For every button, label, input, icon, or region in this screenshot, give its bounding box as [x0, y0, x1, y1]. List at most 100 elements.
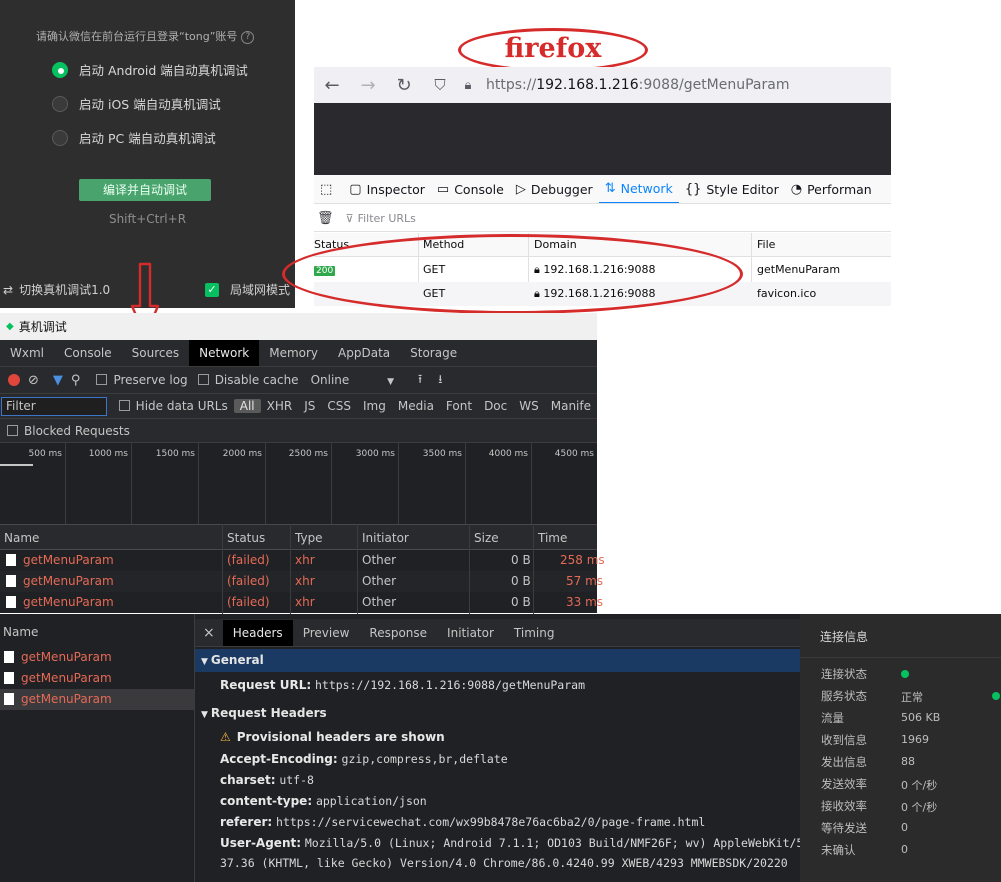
back-icon[interactable]: ← — [322, 75, 342, 96]
inspector-icon: ▢ — [349, 181, 362, 197]
reload-icon[interactable]: ↻ — [394, 75, 414, 96]
radio-icon[interactable] — [52, 95, 68, 112]
hide-data-urls-checkbox[interactable]: Hide data URLs — [118, 399, 228, 413]
list-item[interactable]: getMenuParam — [0, 668, 194, 689]
tab-initiator[interactable]: Initiator — [437, 620, 504, 646]
col-status[interactable]: Status — [227, 531, 265, 545]
checkbox-checked-icon[interactable]: ✓ — [205, 282, 219, 297]
throttling-select[interactable]: Online ▼ — [311, 373, 394, 387]
timeline-tick: 1500 ms — [132, 443, 199, 525]
option-ios[interactable]: 启动 iOS 端自动真机调试 — [52, 94, 221, 113]
conn-value: 1969 — [901, 733, 929, 746]
url-text[interactable]: https://192.168.1.216:9088/getMenuParam — [486, 77, 789, 93]
switch-icon: ⇄ — [3, 283, 14, 297]
request-table-header: Name Status Type Initiator Size Time — [0, 524, 597, 550]
type-manifest[interactable]: Manife — [545, 399, 597, 413]
tab-network[interactable]: ⇅ Network — [598, 175, 679, 203]
tab-timing[interactable]: Timing — [504, 620, 565, 646]
col-time[interactable]: Time — [538, 531, 567, 545]
header-line: User-Agent: Mozilla/5.0 (Linux; Android … — [220, 836, 800, 850]
conn-label: 发出信息 — [821, 755, 867, 769]
search-icon[interactable]: ⚲ — [71, 373, 81, 388]
firefox-annotation: firefox — [504, 33, 602, 64]
close-icon[interactable]: × — [195, 625, 223, 641]
blocked-requests-checkbox[interactable]: Blocked Requests — [0, 418, 597, 442]
type-ws[interactable]: WS — [513, 399, 544, 413]
type-xhr[interactable]: XHR — [261, 399, 299, 413]
import-icon[interactable]: ⭱ — [418, 370, 422, 391]
braces-icon: {} — [684, 181, 702, 197]
filter-icon[interactable]: ▼ — [53, 373, 63, 388]
lan-mode-toggle[interactable]: ✓ 局域网模式 — [205, 281, 290, 298]
type-js[interactable]: JS — [298, 399, 321, 413]
radio-selected-icon[interactable] — [52, 61, 68, 78]
tab-wxml[interactable]: Wxml — [0, 340, 54, 366]
connection-info-title: 连接信息 — [820, 630, 869, 644]
tab-network[interactable]: Network — [189, 340, 260, 366]
provisional-warning: ⚠ Provisional headers are shown — [220, 730, 445, 744]
confirm-text: 请确认微信在前台运行且登录“tong”账号? — [36, 28, 255, 44]
col-name[interactable]: Name — [4, 531, 39, 545]
divider — [800, 657, 1001, 658]
tab-inspector[interactable]: ▢ Inspector — [343, 175, 431, 203]
picker-tool[interactable]: ⬚ — [314, 175, 343, 203]
export-icon[interactable]: ⭳ — [438, 370, 442, 391]
tab-performance[interactable]: ◔ Performan — [785, 175, 878, 203]
clear-icon[interactable]: ⊘ — [28, 373, 39, 388]
list-item[interactable]: getMenuParam — [0, 647, 194, 668]
col-type[interactable]: Type — [295, 531, 323, 545]
col-size[interactable]: Size — [474, 531, 499, 545]
switch-debug-link[interactable]: ⇄ 切换真机调试1.0 — [3, 281, 110, 298]
table-row[interactable]: getMenuParam (failed) xhr Other 0 B 33 m… — [0, 592, 603, 613]
type-css[interactable]: CSS — [321, 399, 357, 413]
option-pc[interactable]: 启动 PC 端自动真机调试 — [52, 128, 216, 147]
type-media[interactable]: Media — [392, 399, 440, 413]
tab-memory[interactable]: Memory — [259, 340, 328, 366]
conn-label: 流量 — [821, 711, 844, 725]
name-column-header[interactable]: Name — [0, 619, 194, 645]
timeline-request-bar — [0, 464, 33, 466]
request-headers-section-header[interactable]: ▼ Request Headers — [201, 706, 327, 720]
conn-value: 506 KB — [901, 711, 941, 724]
tab-appdata[interactable]: AppData — [328, 340, 400, 366]
triangle-down-icon: ▼ — [201, 710, 208, 720]
tab-console[interactable]: ▭ Console — [431, 175, 510, 203]
tab-console[interactable]: Console — [54, 340, 122, 366]
file-icon — [6, 596, 16, 608]
type-img[interactable]: Img — [357, 399, 392, 413]
trash-icon[interactable]: 🗑︎ — [317, 211, 334, 226]
radio-icon[interactable] — [52, 129, 68, 146]
list-item-selected[interactable]: getMenuParam — [0, 689, 194, 710]
disable-cache-checkbox[interactable]: Disable cache — [197, 373, 299, 387]
tab-response[interactable]: Response — [359, 620, 437, 646]
col-initiator[interactable]: Initiator — [362, 531, 409, 545]
record-icon[interactable] — [8, 374, 20, 386]
tab-sources[interactable]: Sources — [122, 340, 189, 366]
file-icon — [4, 672, 14, 684]
preserve-log-checkbox[interactable]: Preserve log — [96, 373, 188, 387]
general-section-header[interactable]: ▼ General — [195, 649, 800, 672]
compile-debug-button[interactable]: 编译并自动调试 — [79, 179, 211, 201]
table-row[interactable]: getMenuParam (failed) xhr Other 0 B 258 … — [0, 550, 605, 571]
lock-warning-icon[interactable]: 🔒︎ — [458, 78, 478, 93]
filter-urls-input[interactable]: Filter URLs — [358, 212, 416, 225]
tab-headers[interactable]: Headers — [222, 619, 293, 646]
type-all[interactable]: All — [233, 399, 261, 413]
tab-style-editor[interactable]: {} Style Editor — [679, 175, 785, 203]
network-overview-timeline[interactable]: 500 ms 1000 ms 1500 ms 2000 ms 2500 ms 3… — [0, 442, 597, 525]
firefox-devtools-tabs: ⬚ ▢ Inspector ▭ Console ▷ Debugger ⇅ Network… — [314, 175, 891, 204]
col-file[interactable]: File — [757, 238, 775, 251]
debugger-icon: ▷ — [515, 181, 526, 197]
tab-storage[interactable]: Storage — [400, 340, 467, 366]
tab-debugger[interactable]: ▷ Debugger — [510, 175, 599, 203]
type-font[interactable]: Font — [440, 399, 478, 413]
filter-input[interactable]: Filter — [1, 396, 107, 416]
type-doc[interactable]: Doc — [478, 399, 513, 413]
conn-value: 0 — [901, 843, 908, 856]
shield-icon[interactable]: ⛉ — [430, 76, 450, 94]
forward-icon[interactable]: → — [358, 75, 378, 96]
option-android[interactable]: 启动 Android 端自动真机调试 — [52, 60, 248, 79]
table-row[interactable]: getMenuParam (failed) xhr Other 0 B 57 m… — [0, 571, 603, 592]
tab-preview[interactable]: Preview — [293, 620, 360, 646]
help-icon[interactable]: ? — [241, 30, 255, 44]
